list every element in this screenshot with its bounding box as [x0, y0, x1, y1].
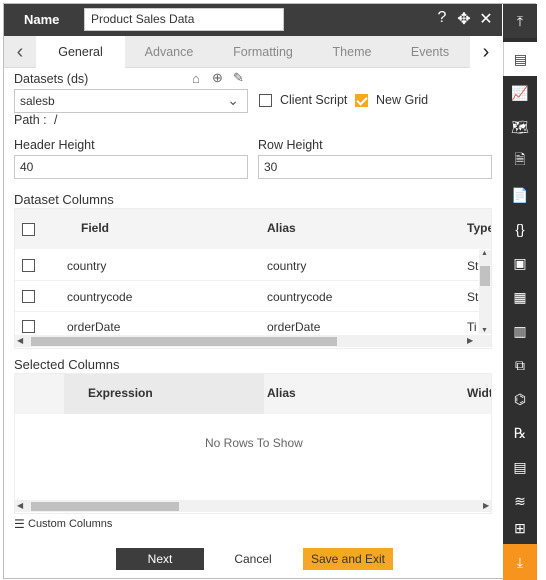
script-braces-icon[interactable]: {} — [503, 212, 537, 246]
dataset-columns-header: Field Alias Type — [15, 209, 492, 249]
download-icon[interactable]: ⤓ — [503, 544, 537, 580]
copy-icon[interactable]: ⧉ — [503, 348, 537, 382]
header-height-input[interactable]: 40 — [14, 155, 248, 179]
collapse-up-icon[interactable]: ⤒ — [503, 4, 537, 38]
header-field: Field — [81, 221, 110, 235]
home-icon[interactable]: ⌂ — [192, 71, 200, 86]
row-type: St — [467, 259, 479, 273]
menu-icon[interactable]: ☰ — [14, 517, 25, 531]
table-row[interactable]: orderDate orderDate Ti — [15, 312, 479, 334]
add-icon[interactable]: ⊕ — [212, 70, 223, 86]
header-alias: Alias — [267, 221, 296, 235]
scroll-left-icon[interactable]: ◀ — [17, 335, 23, 347]
selected-columns-header: Expression Alias Widt — [15, 374, 492, 414]
layers-icon[interactable]: ≋ — [503, 484, 537, 518]
client-script-label: Client Script — [280, 93, 348, 107]
header-alias: Alias — [267, 386, 296, 400]
panel-header: Name Product Sales Data ? ✥ ✕ — [4, 4, 502, 36]
horizontal-scroll-thumb[interactable] — [31, 502, 179, 511]
row-field: country — [67, 259, 107, 273]
row-checkbox[interactable] — [22, 320, 35, 333]
dataset-select[interactable]: salesb ⌄ — [14, 89, 248, 113]
header-type: Type — [467, 221, 492, 235]
dataset-columns-title: Dataset Columns — [14, 192, 114, 207]
row-height-input[interactable]: 30 — [258, 155, 492, 179]
tab-bar: ‹ General Advance Formatting Theme Event… — [4, 36, 502, 68]
widgets-icon[interactable]: ⊞ — [503, 518, 537, 538]
row-type: St — [467, 290, 479, 304]
properties-panel: Name Product Sales Data ? ✥ ✕ ‹ General … — [3, 3, 537, 580]
row-alias: orderDate — [267, 320, 321, 334]
chevron-down-icon: ⌄ — [227, 92, 239, 108]
grid-icon[interactable]: ▦ — [503, 280, 537, 314]
path-value: / — [54, 113, 58, 127]
row-alias: countrycode — [267, 290, 333, 304]
map-icon[interactable]: 🗺 — [503, 110, 537, 144]
document-icon[interactable]: 📄 — [503, 178, 537, 212]
header-expression: Expression — [88, 386, 153, 400]
header-width: Widt — [467, 386, 492, 400]
row-height-label: Row Height — [258, 138, 323, 152]
dataset-columns-grid: Field Alias Type country country St coun… — [14, 208, 492, 349]
edit-icon[interactable]: ✎ — [233, 70, 244, 86]
move-icon[interactable]: ✥ — [456, 9, 472, 29]
tab-theme[interactable]: Theme — [313, 36, 391, 68]
save-and-exit-button[interactable]: Save and Exit — [303, 548, 393, 570]
empty-rows-message: No Rows To Show — [205, 436, 303, 450]
scroll-down-icon[interactable]: ▼ — [481, 327, 488, 334]
table-row[interactable]: countrycode countrycode St — [15, 281, 479, 312]
new-grid-label: New Grid — [376, 93, 429, 107]
custom-columns-link[interactable]: Custom Columns — [28, 518, 112, 530]
image-icon[interactable]: ▣ — [503, 246, 537, 280]
header-height-label: Header Height — [14, 138, 95, 152]
tab-scroll-right-icon[interactable]: › — [470, 36, 502, 68]
bar-chart-icon[interactable]: ▥ — [503, 314, 537, 348]
tab-formatting[interactable]: Formatting — [213, 36, 313, 68]
dataset-select-value: salesb — [20, 94, 55, 108]
datasets-label: Datasets (ds) — [14, 72, 89, 86]
vertical-toolbar: ⤒ ▤ 📈 🗺 🗎 📄 {} ▣ ▦ ▥ ⧉ ⌬ ℞ ▤ ≋ ⊞ ⤓ — [503, 4, 537, 580]
row-field: countrycode — [67, 290, 133, 304]
next-button[interactable]: Next — [116, 548, 204, 570]
name-input[interactable]: Product Sales Data — [84, 8, 284, 31]
properties-icon[interactable]: ▤ — [503, 42, 537, 76]
tab-events[interactable]: Events — [391, 36, 469, 68]
scroll-right-icon[interactable]: ▶ — [467, 335, 473, 347]
tab-advance[interactable]: Advance — [125, 36, 213, 68]
close-icon[interactable]: ✕ — [478, 9, 494, 29]
horizontal-scroll-thumb[interactable] — [31, 337, 337, 346]
help-icon[interactable]: ? — [434, 9, 450, 29]
report-icon[interactable]: 🗎 — [503, 144, 537, 178]
cancel-button[interactable]: Cancel — [209, 548, 297, 570]
client-script-checkbox[interactable] — [259, 94, 272, 107]
path-label: Path : — [14, 113, 47, 127]
selected-columns-title: Selected Columns — [14, 357, 120, 372]
rx-icon[interactable]: ℞ — [503, 416, 537, 450]
scroll-up-icon[interactable]: ▲ — [481, 250, 488, 257]
row-field: orderDate — [67, 320, 121, 334]
row-alias: country — [267, 259, 307, 273]
scroll-right-icon[interactable]: ▶ — [483, 500, 489, 512]
horizontal-scrollbar[interactable]: ◀ ▶ — [15, 335, 491, 347]
tab-scroll-left-icon[interactable]: ‹ — [4, 36, 36, 68]
selected-columns-grid: Expression Alias Widt No Rows To Show ◀ … — [14, 373, 492, 514]
row-checkbox[interactable] — [22, 259, 35, 272]
vertical-scroll-thumb[interactable] — [480, 266, 490, 286]
select-all-checkbox[interactable] — [22, 223, 35, 236]
hierarchy-icon[interactable]: ⌬ — [503, 382, 537, 416]
tab-general[interactable]: General — [36, 36, 125, 68]
table-row[interactable]: country country St — [15, 250, 479, 281]
new-grid-checkbox[interactable] — [355, 94, 368, 107]
form-icon[interactable]: ▤ — [503, 450, 537, 484]
row-checkbox[interactable] — [22, 290, 35, 303]
row-type: Ti — [467, 320, 477, 334]
chart-icon[interactable]: 📈 — [503, 76, 537, 110]
scroll-left-icon[interactable]: ◀ — [17, 500, 23, 512]
vertical-scrollbar[interactable]: ▲ ▼ — [479, 250, 491, 334]
name-label: Name — [24, 12, 60, 27]
horizontal-scrollbar[interactable]: ◀ ▶ — [15, 500, 491, 512]
